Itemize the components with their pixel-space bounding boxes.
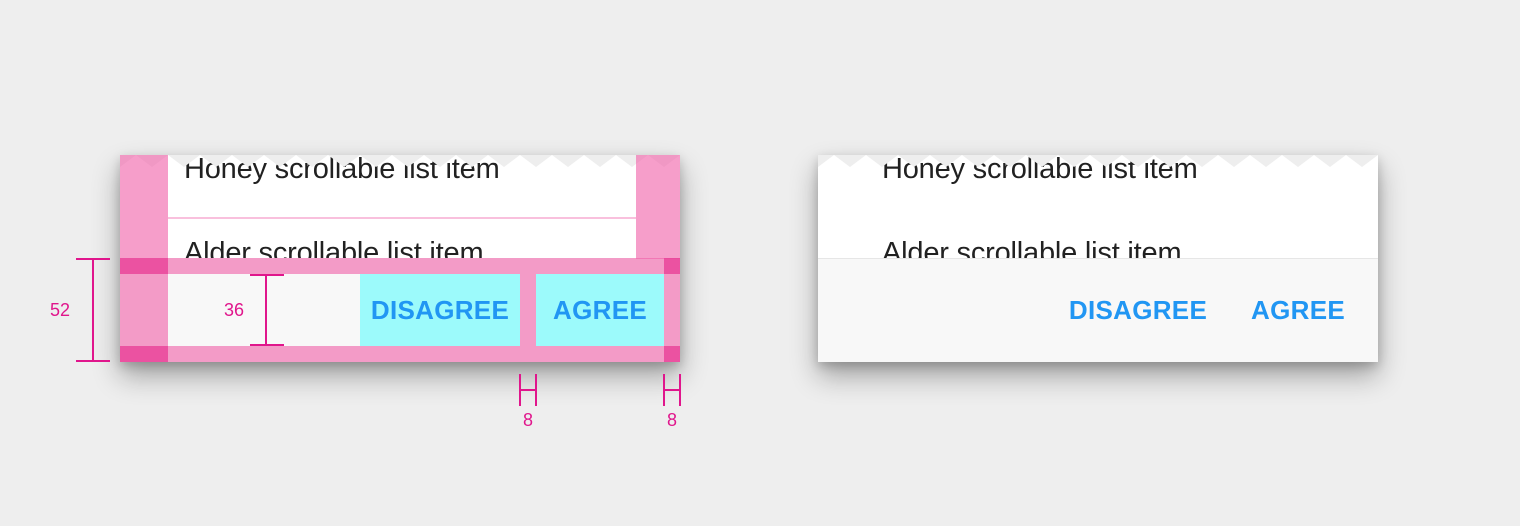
right-padding-label: 8 bbox=[667, 410, 678, 430]
dialog-card: Honey scrollable list item Alder scrolla… bbox=[818, 155, 1378, 362]
disagree-button[interactable]: DISAGREE bbox=[1058, 274, 1218, 346]
bar-height-label: 52 bbox=[50, 300, 71, 320]
torn-edge bbox=[818, 155, 1378, 167]
torn-edge bbox=[120, 155, 680, 167]
right-keyline-overlay bbox=[636, 155, 680, 259]
button-gap-label: 8 bbox=[523, 410, 534, 430]
spec-dialog-card: Honey scrollable list item Alder scrolla… bbox=[120, 155, 680, 362]
agree-button-label: AGREE bbox=[553, 295, 647, 325]
agree-button[interactable]: AGREE bbox=[1234, 274, 1362, 346]
disagree-button-label: DISAGREE bbox=[370, 295, 510, 325]
divider-overlay bbox=[168, 217, 636, 219]
button-height-label: 36 bbox=[224, 300, 245, 320]
